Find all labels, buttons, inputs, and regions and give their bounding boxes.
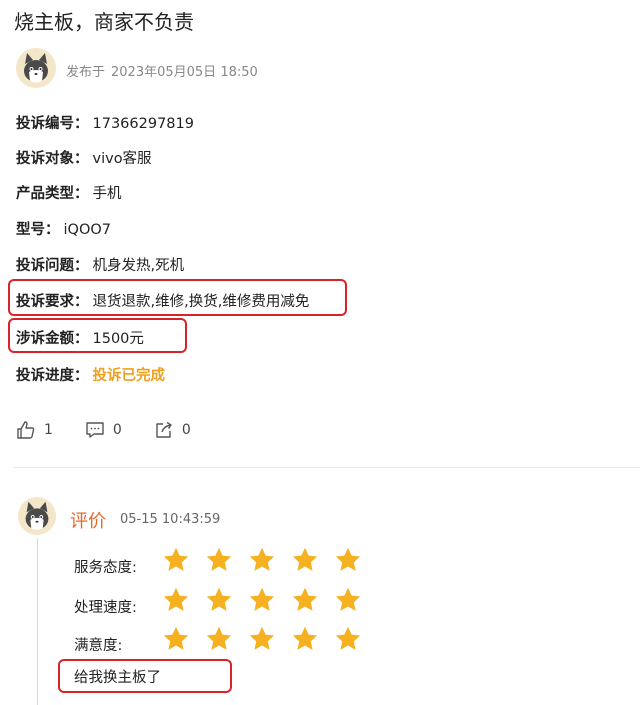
field-progress: 投诉进度： 投诉已完成: [16, 364, 165, 385]
field-model: 型号： iQOO7: [16, 218, 111, 239]
field-label: 投诉要求：: [16, 294, 89, 310]
timeline-line: [37, 538, 38, 705]
field-value: 机身发热,死机: [92, 258, 185, 274]
field-product-type: 产品类型： 手机: [16, 182, 122, 203]
star-icon: [291, 625, 319, 653]
evaluation-comment: 给我换主板了: [74, 670, 161, 686]
star-icon: [205, 586, 233, 614]
field-label: 投诉进度：: [16, 368, 89, 384]
rating-label-speed: 处理速度:: [74, 600, 137, 616]
post-meta: 发布于 2023年05月05日 18:50: [66, 61, 258, 80]
published-label: 发布于: [66, 65, 106, 80]
star-icon: [162, 625, 190, 653]
field-requirement: 投诉要求： 退货退款,维修,换货,维修费用减免: [16, 290, 309, 311]
star-icon: [205, 546, 233, 574]
field-value: 17366297819: [92, 116, 194, 132]
field-target: 投诉对象： vivo客服: [16, 147, 152, 168]
star-icon: [248, 625, 276, 653]
like-button[interactable]: 1: [16, 420, 53, 440]
star-icon: [291, 586, 319, 614]
action-bar: 1 0 0: [16, 420, 223, 440]
cat-avatar-icon: [18, 497, 56, 535]
rating-stars-speed: [162, 586, 377, 614]
like-count: 1: [44, 422, 53, 438]
field-label: 型号：: [16, 222, 60, 238]
comment-count: 0: [112, 422, 122, 438]
star-icon: [162, 546, 190, 574]
star-icon: [205, 625, 233, 653]
status-badge: 投诉已完成: [92, 368, 166, 384]
field-value: 退货退款,维修,换货,维修费用减免: [92, 294, 310, 310]
field-value: 1500元: [92, 331, 144, 347]
field-issue: 投诉问题： 机身发热,死机: [16, 254, 184, 275]
share-count: 0: [181, 422, 191, 438]
field-label: 投诉编号：: [16, 116, 89, 132]
rating-label-service: 服务态度:: [74, 560, 137, 576]
field-value: vivo客服: [92, 151, 152, 167]
star-icon: [291, 546, 319, 574]
star-icon: [248, 586, 276, 614]
star-icon: [334, 625, 362, 653]
cat-avatar-icon: [16, 48, 56, 88]
evaluation-time: 05-15 10:43:59: [120, 512, 221, 527]
share-icon: [156, 421, 172, 438]
field-value: iQOO7: [63, 222, 112, 238]
star-icon: [162, 586, 190, 614]
field-label: 投诉问题：: [16, 258, 89, 274]
star-icon: [334, 586, 362, 614]
evaluation-title: 评价: [70, 511, 106, 532]
star-icon: [248, 546, 276, 574]
field-label: 产品类型：: [16, 186, 89, 202]
rating-stars-satisfaction: [162, 625, 377, 653]
published-time: 2023年05月05日 18:50: [111, 65, 258, 80]
divider: [14, 467, 640, 468]
star-icon: [334, 546, 362, 574]
field-amount: 涉诉金额： 1500元: [16, 327, 144, 348]
comment-button[interactable]: 0: [85, 420, 122, 440]
rating-stars-service: [162, 546, 377, 574]
rating-label-satisfaction: 满意度:: [74, 638, 123, 654]
evaluator-avatar: [18, 497, 56, 535]
field-complaint-id: 投诉编号： 17366297819: [16, 112, 194, 133]
share-button[interactable]: 0: [154, 420, 191, 440]
field-label: 涉诉金额：: [16, 331, 89, 347]
field-label: 投诉对象：: [16, 151, 89, 167]
post-title: 烧主板，商家不负责: [14, 10, 194, 34]
author-avatar[interactable]: [16, 48, 56, 88]
thumbs-up-icon: [17, 421, 35, 439]
comment-icon: [86, 422, 104, 438]
field-value: 手机: [92, 186, 122, 202]
